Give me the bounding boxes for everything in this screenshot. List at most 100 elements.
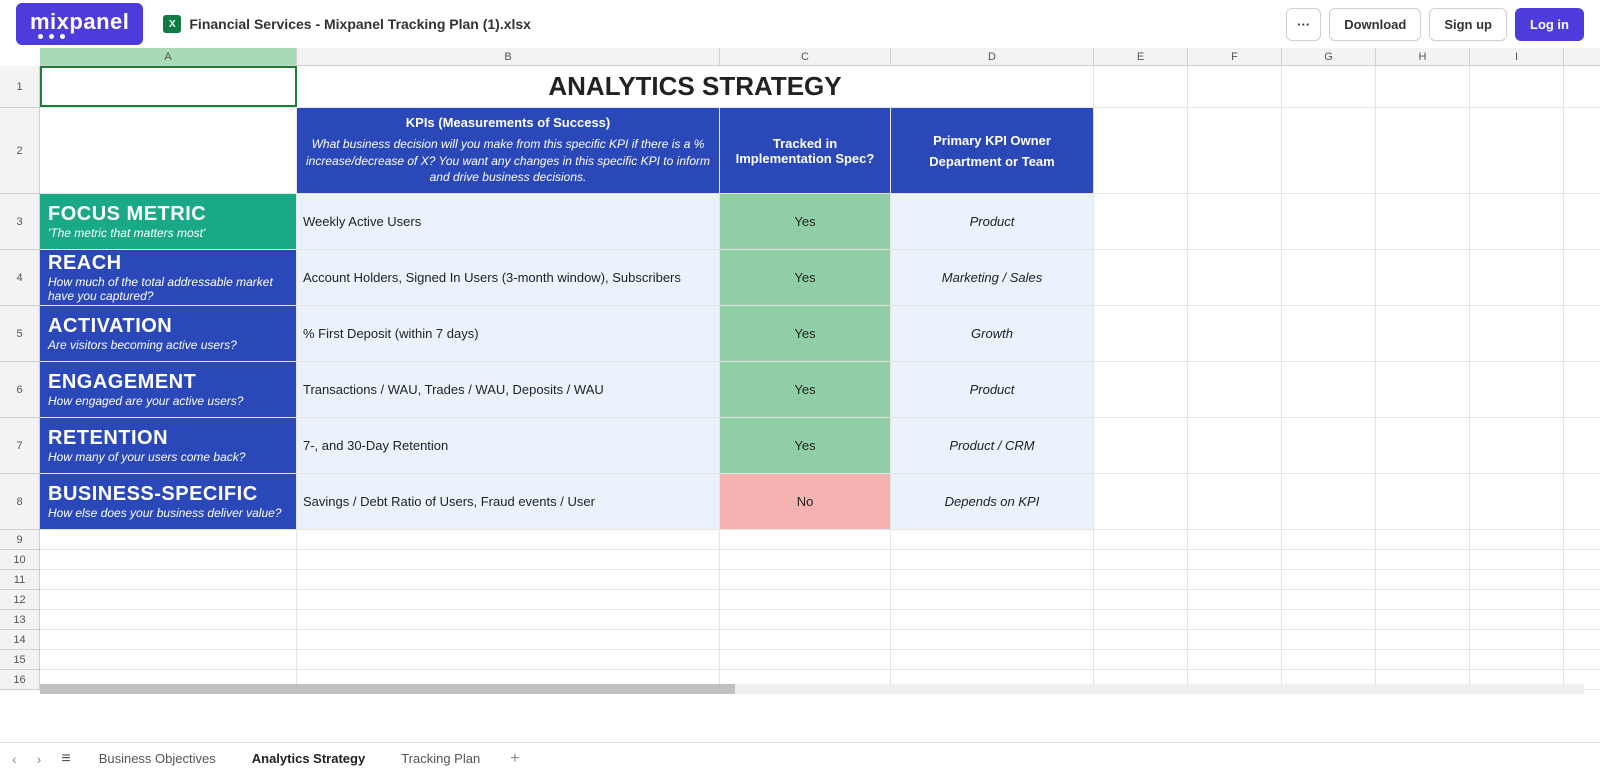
col-header-a[interactable]: A	[40, 48, 297, 65]
cell-j15[interactable]	[1564, 650, 1600, 669]
row-header-12[interactable]: 12	[0, 590, 40, 610]
cell-g7[interactable]	[1282, 418, 1376, 473]
horizontal-scrollbar[interactable]	[40, 684, 1584, 694]
owner-6[interactable]: Product	[891, 362, 1094, 417]
cell-f5[interactable]	[1188, 306, 1282, 361]
cell-b2[interactable]: KPIs (Measurements of Success) What busi…	[297, 108, 720, 193]
cell-h7[interactable]	[1376, 418, 1470, 473]
cell-f7[interactable]	[1188, 418, 1282, 473]
cell-i1[interactable]	[1470, 66, 1564, 107]
tracked-4[interactable]: Yes	[720, 250, 891, 305]
cell-f1[interactable]	[1188, 66, 1282, 107]
category-7[interactable]: RETENTIONHow many of your users come bac…	[40, 418, 297, 473]
row-header-10[interactable]: 10	[0, 550, 40, 570]
cell-d10[interactable]	[891, 550, 1094, 569]
cell-j12[interactable]	[1564, 590, 1600, 609]
cell-f12[interactable]	[1188, 590, 1282, 609]
col-header-c[interactable]: C	[720, 48, 891, 65]
download-button[interactable]: Download	[1329, 8, 1421, 41]
cell-d15[interactable]	[891, 650, 1094, 669]
cell-i12[interactable]	[1470, 590, 1564, 609]
cell-f9[interactable]	[1188, 530, 1282, 549]
col-header-e[interactable]: E	[1094, 48, 1188, 65]
cell-b10[interactable]	[297, 550, 720, 569]
cell-j13[interactable]	[1564, 610, 1600, 629]
cell-d12[interactable]	[891, 590, 1094, 609]
cell-a11[interactable]	[40, 570, 297, 589]
col-header-d[interactable]: D	[891, 48, 1094, 65]
cell-d9[interactable]	[891, 530, 1094, 549]
kpi-4[interactable]: Account Holders, Signed In Users (3-mont…	[297, 250, 720, 305]
login-button[interactable]: Log in	[1515, 8, 1584, 41]
cell-e9[interactable]	[1094, 530, 1188, 549]
prev-sheet-arrow[interactable]: ‹	[8, 751, 21, 767]
cell-h2[interactable]	[1376, 108, 1470, 193]
category-6[interactable]: ENGAGEMENTHow engaged are your active us…	[40, 362, 297, 417]
cell-rest8[interactable]	[1564, 474, 1600, 529]
category-5[interactable]: ACTIVATIONAre visitors becoming active u…	[40, 306, 297, 361]
cell-e11[interactable]	[1094, 570, 1188, 589]
col-header-g[interactable]: G	[1282, 48, 1376, 65]
cell-d11[interactable]	[891, 570, 1094, 589]
cell-i3[interactable]	[1470, 194, 1564, 249]
cell-g5[interactable]	[1282, 306, 1376, 361]
row-header-13[interactable]: 13	[0, 610, 40, 630]
cell-c2[interactable]: Tracked in Implementation Spec?	[720, 108, 891, 193]
cell-f3[interactable]	[1188, 194, 1282, 249]
cell-b9[interactable]	[297, 530, 720, 549]
cell-a9[interactable]	[40, 530, 297, 549]
cell-b14[interactable]	[297, 630, 720, 649]
cell-g2[interactable]	[1282, 108, 1376, 193]
cell-h8[interactable]	[1376, 474, 1470, 529]
cell-j10[interactable]	[1564, 550, 1600, 569]
cell-h6[interactable]	[1376, 362, 1470, 417]
cell-g1[interactable]	[1282, 66, 1376, 107]
cell-title[interactable]: ANALYTICS STRATEGY	[297, 66, 1094, 107]
cell-h14[interactable]	[1376, 630, 1470, 649]
owner-4[interactable]: Marketing / Sales	[891, 250, 1094, 305]
kpi-3[interactable]: Weekly Active Users	[297, 194, 720, 249]
cell-h1[interactable]	[1376, 66, 1470, 107]
cell-h4[interactable]	[1376, 250, 1470, 305]
cell-f2[interactable]	[1188, 108, 1282, 193]
cell-h3[interactable]	[1376, 194, 1470, 249]
cell-e6[interactable]	[1094, 362, 1188, 417]
cell-a2[interactable]	[40, 108, 297, 193]
row-header-3[interactable]: 3	[0, 194, 40, 250]
cell-i2[interactable]	[1470, 108, 1564, 193]
tracked-7[interactable]: Yes	[720, 418, 891, 473]
row-header-11[interactable]: 11	[0, 570, 40, 590]
owner-5[interactable]: Growth	[891, 306, 1094, 361]
row-header-8[interactable]: 8	[0, 474, 40, 530]
kpi-7[interactable]: 7-, and 30-Day Retention	[297, 418, 720, 473]
row-header-6[interactable]: 6	[0, 362, 40, 418]
cell-rest4[interactable]	[1564, 250, 1600, 305]
cell-i10[interactable]	[1470, 550, 1564, 569]
cell-g10[interactable]	[1282, 550, 1376, 569]
cell-h13[interactable]	[1376, 610, 1470, 629]
cell-j14[interactable]	[1564, 630, 1600, 649]
cell-e7[interactable]	[1094, 418, 1188, 473]
cell-f14[interactable]	[1188, 630, 1282, 649]
cell-b15[interactable]	[297, 650, 720, 669]
cell-e5[interactable]	[1094, 306, 1188, 361]
cell-d13[interactable]	[891, 610, 1094, 629]
cell-i4[interactable]	[1470, 250, 1564, 305]
kpi-6[interactable]: Transactions / WAU, Trades / WAU, Deposi…	[297, 362, 720, 417]
cell-i5[interactable]	[1470, 306, 1564, 361]
owner-7[interactable]: Product / CRM	[891, 418, 1094, 473]
cell-f10[interactable]	[1188, 550, 1282, 569]
cell-h15[interactable]	[1376, 650, 1470, 669]
cell-h12[interactable]	[1376, 590, 1470, 609]
cell-e10[interactable]	[1094, 550, 1188, 569]
cell-g15[interactable]	[1282, 650, 1376, 669]
more-button[interactable]: ···	[1286, 8, 1321, 41]
owner-3[interactable]: Product	[891, 194, 1094, 249]
cell-i6[interactable]	[1470, 362, 1564, 417]
cell-e3[interactable]	[1094, 194, 1188, 249]
cell-g14[interactable]	[1282, 630, 1376, 649]
cell-f4[interactable]	[1188, 250, 1282, 305]
tracked-3[interactable]: Yes	[720, 194, 891, 249]
cell-a12[interactable]	[40, 590, 297, 609]
cell-c14[interactable]	[720, 630, 891, 649]
